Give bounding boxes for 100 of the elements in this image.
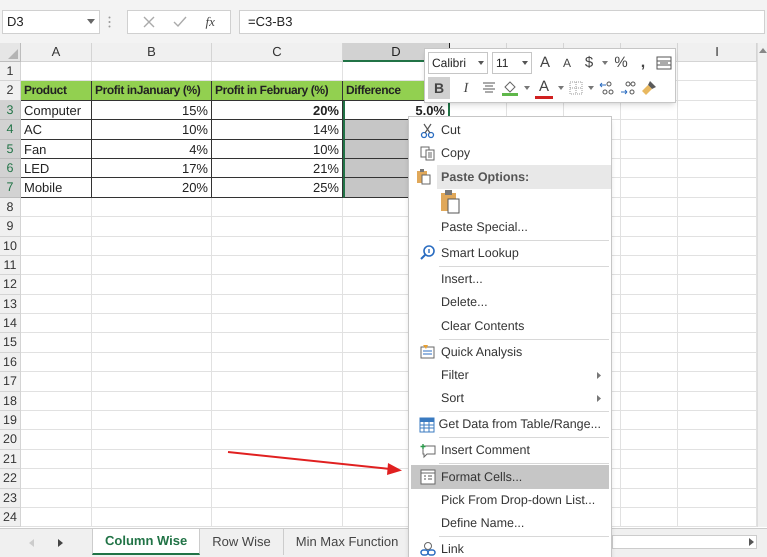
formula-input[interactable]: =C3-B3 — [239, 10, 765, 34]
table-cell[interactable]: 10% — [212, 140, 343, 159]
column-header[interactable]: I — [678, 43, 757, 62]
grid-cell[interactable] — [92, 411, 212, 430]
grid-cell[interactable] — [92, 488, 212, 508]
row-header[interactable]: 12 — [0, 275, 21, 295]
grid-cell[interactable] — [212, 256, 343, 276]
grid-cell[interactable] — [212, 450, 343, 470]
menu-item[interactable]: Copy — [411, 142, 609, 166]
table-cell[interactable]: Product — [21, 81, 92, 101]
table-cell[interactable]: 17% — [92, 158, 212, 178]
column-header[interactable]: B — [92, 43, 212, 62]
menu-item[interactable]: Insert Comment — [411, 439, 609, 462]
row-header[interactable]: 17 — [0, 372, 21, 392]
table-cell[interactable]: 14% — [212, 120, 343, 140]
grid-cell[interactable] — [92, 275, 212, 295]
grid-cell[interactable] — [92, 256, 212, 276]
row-header[interactable]: 22 — [0, 469, 21, 489]
grid-cell[interactable] — [621, 469, 678, 489]
menu-item[interactable]: Delete... — [411, 291, 609, 314]
sheet-tab[interactable]: Row Wise — [200, 529, 284, 555]
grid-cell[interactable] — [621, 198, 678, 218]
table-cell[interactable]: 4% — [92, 140, 212, 159]
grid-cell[interactable] — [621, 140, 678, 159]
row-header[interactable]: 20 — [0, 430, 21, 450]
menu-item[interactable]: Get Data from Table/Range... — [411, 413, 609, 436]
table-cell[interactable]: Mobile — [21, 178, 92, 198]
grid-cell[interactable] — [212, 469, 343, 489]
menu-item[interactable]: Smart Lookup — [411, 242, 609, 265]
align-center-icon[interactable] — [482, 82, 496, 94]
grid-cell[interactable] — [212, 372, 343, 392]
font-field[interactable]: Calibri — [428, 52, 488, 74]
table-cell[interactable]: Fan — [21, 140, 92, 159]
font-size-field[interactable]: 11 — [492, 52, 532, 74]
paste-button[interactable] — [439, 189, 461, 216]
grid-cell[interactable] — [212, 198, 343, 218]
menu-item[interactable]: Format Cells... — [411, 465, 609, 489]
table-cell[interactable]: 25% — [212, 178, 343, 198]
grid-cell[interactable] — [212, 392, 343, 412]
grid-cell[interactable] — [621, 158, 678, 178]
grid-cell[interactable] — [212, 508, 343, 528]
dropdown-icon[interactable] — [588, 86, 594, 90]
grid-cell[interactable] — [621, 120, 678, 140]
row-header[interactable]: 21 — [0, 450, 21, 470]
italic-button[interactable]: I — [455, 77, 477, 100]
grid-cell[interactable] — [92, 314, 212, 334]
menu-item[interactable]: Link — [411, 538, 609, 557]
bold-button[interactable]: B — [428, 77, 450, 100]
table-cell[interactable]: 20% — [92, 178, 212, 198]
grid-cell[interactable] — [621, 450, 678, 470]
menu-item[interactable]: Clear Contents — [411, 314, 609, 338]
grid-cell[interactable] — [92, 372, 212, 392]
row-header[interactable]: 7 — [0, 178, 21, 198]
menu-item[interactable]: Insert... — [411, 268, 609, 292]
fill-color-icon[interactable] — [501, 80, 519, 96]
column-header[interactable]: A — [21, 43, 92, 62]
grid-cell[interactable] — [21, 411, 92, 430]
grid-cell[interactable] — [92, 392, 212, 412]
grid-cell[interactable] — [92, 508, 212, 528]
menu-item[interactable]: Define Name... — [411, 512, 609, 535]
row-header[interactable]: 15 — [0, 333, 21, 353]
grid-cell[interactable] — [621, 411, 678, 430]
horizontal-scrollbar[interactable] — [612, 535, 757, 549]
grid-cell[interactable] — [21, 314, 92, 334]
grid-cell[interactable] — [21, 236, 92, 256]
grid-cell[interactable] — [621, 508, 678, 528]
grid-cell[interactable] — [92, 469, 212, 489]
font-color-button[interactable]: A — [535, 77, 553, 100]
grow-font-button[interactable]: A — [536, 52, 554, 74]
row-header[interactable]: 9 — [0, 217, 21, 237]
grid-cell[interactable] — [212, 314, 343, 334]
grid-cell[interactable] — [621, 488, 678, 508]
table-cell[interactable]: LED — [21, 158, 92, 178]
name-box[interactable]: D3 — [2, 10, 100, 34]
borders-icon[interactable] — [569, 81, 583, 96]
table-cell[interactable]: 21% — [212, 158, 343, 178]
row-header[interactable]: 24 — [0, 508, 21, 528]
row-header[interactable]: 14 — [0, 314, 21, 334]
row-header[interactable]: 13 — [0, 294, 21, 314]
shrink-font-button[interactable]: A — [558, 52, 576, 74]
grid-cell[interactable] — [92, 450, 212, 470]
grid-cell[interactable] — [21, 333, 92, 353]
grid-cell[interactable] — [212, 236, 343, 256]
row-header[interactable]: 1 — [0, 62, 21, 82]
dropdown-icon[interactable] — [558, 86, 564, 90]
comma-button[interactable]: , — [634, 52, 652, 74]
grid-cell[interactable] — [621, 275, 678, 295]
grid-cell[interactable] — [21, 372, 92, 392]
increase-decimal-icon[interactable] — [599, 81, 615, 96]
grid-cell[interactable] — [21, 488, 92, 508]
table-cell[interactable]: Profit inJanuary (%) — [92, 81, 212, 101]
grid-cell[interactable] — [621, 430, 678, 450]
grid-cell[interactable] — [621, 352, 678, 372]
grid-cell[interactable] — [92, 333, 212, 353]
menu-item[interactable]: Sort — [411, 386, 609, 410]
grid-cell[interactable] — [621, 392, 678, 412]
row-header[interactable]: 10 — [0, 236, 21, 256]
grid-cell[interactable] — [212, 488, 343, 508]
grid-cell[interactable] — [212, 217, 343, 237]
row-header[interactable]: 5 — [0, 140, 21, 159]
